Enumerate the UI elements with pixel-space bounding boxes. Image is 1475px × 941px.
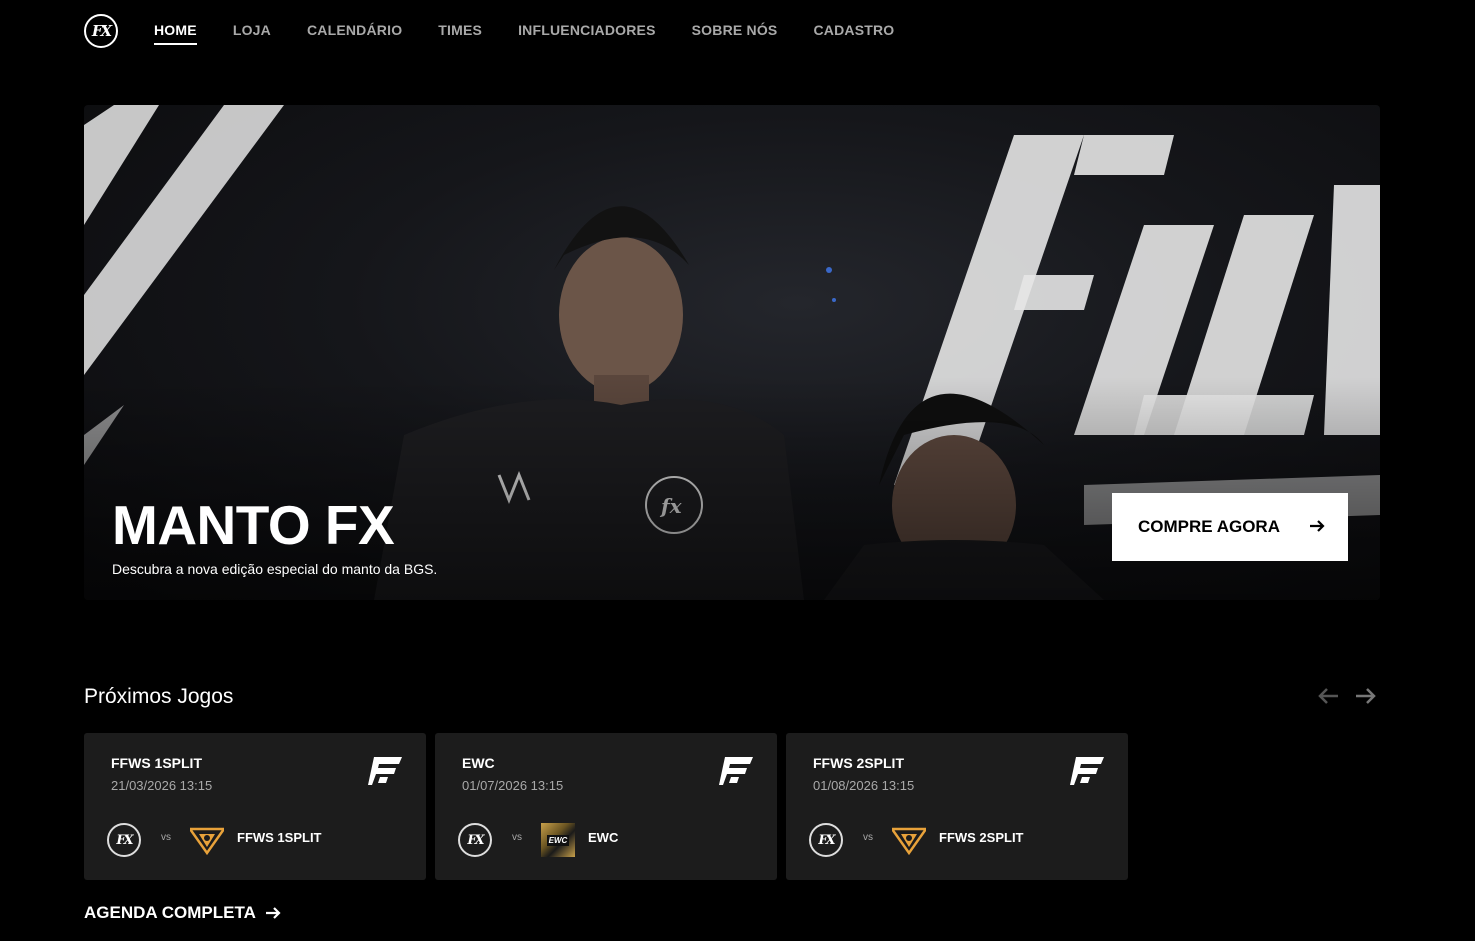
match-card[interactable]: EWC 01/07/2026 13:15 FX vs EWC EWC [435,733,777,880]
free-fire-logo-icon [719,757,753,785]
opponent-name: EWC [588,830,619,845]
logo-text: FX [91,22,112,40]
hero-subtitle: Descubra a nova edição especial do manto… [112,561,438,577]
free-fire-logo-icon [1070,757,1104,785]
nav-links: HOME LOJA CALENDÁRIO TIMES INFLUENCIADOR… [154,22,894,45]
hero-banner: fx MANTO FX Descubra a nova edição espec… [84,105,1380,600]
hero-title: MANTO FX [112,494,395,556]
nav-link-calendario[interactable]: CALENDÁRIO [307,22,402,45]
free-fire-logo-icon [368,757,402,785]
agenda-completa-link[interactable]: AGENDA COMPLETA [84,903,282,923]
nav-link-times[interactable]: TIMES [438,22,482,45]
nav-link-loja[interactable]: LOJA [233,22,271,45]
nav-link-influenciadores[interactable]: INFLUENCIADORES [518,22,656,45]
nav-link-home[interactable]: HOME [154,22,197,45]
match-date: 01/08/2026 13:15 [813,778,915,793]
nav-link-sobre-nos[interactable]: SOBRE NÓS [692,22,778,45]
match-card[interactable]: FFWS 2SPLIT 01/08/2026 13:15 FX vs FFWS … [786,733,1128,880]
opponent-name: FFWS 2SPLIT [939,830,1024,845]
match-card[interactable]: FFWS 1SPLIT 21/03/2026 13:15 FX vs FFWS … [84,733,426,880]
proximos-jogos-title: Próximos Jogos [84,685,234,708]
ffws-logo-icon [190,827,224,856]
fx-team-logo: FX [809,823,843,857]
fx-team-logo: FX [458,823,492,857]
arrow-left-icon[interactable] [1318,686,1340,706]
match-title: FFWS 2SPLIT [813,755,904,771]
opponent-name: FFWS 1SPLIT [237,830,322,845]
carousel-controls [1318,686,1376,706]
vs-label: vs [863,832,873,843]
ewc-logo-icon: EWC [541,823,575,857]
nav-link-cadastro[interactable]: CADASTRO [813,22,894,45]
match-date: 01/07/2026 13:15 [462,778,564,793]
agenda-completa-label: AGENDA COMPLETA [84,903,256,922]
ffws-logo-icon [892,827,926,856]
fx-team-logo: FX [107,823,141,857]
match-cards: FFWS 1SPLIT 21/03/2026 13:15 FX vs FFWS … [84,733,1128,880]
match-title: FFWS 1SPLIT [111,755,202,771]
fx-logo[interactable]: FX [84,14,118,48]
compre-agora-button[interactable]: COMPRE AGORA [1112,493,1348,561]
top-nav: FX HOME LOJA CALENDÁRIO TIMES INFLUENCIA… [0,0,1475,64]
match-title: EWC [462,755,495,771]
arrow-right-icon [1310,520,1325,532]
arrow-right-icon[interactable] [1354,686,1376,706]
arrow-right-icon [265,907,281,919]
compre-agora-label: COMPRE AGORA [1138,517,1280,536]
match-date: 21/03/2026 13:15 [111,778,213,793]
vs-label: vs [512,832,522,843]
vs-label: vs [161,832,171,843]
